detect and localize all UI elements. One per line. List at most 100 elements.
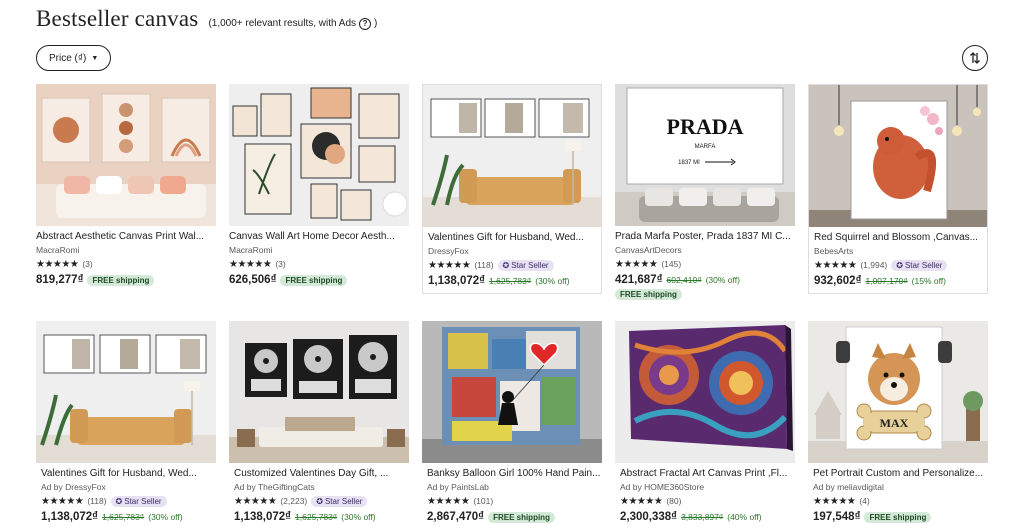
rating-stars: ★★★★★: [814, 259, 857, 271]
product-title[interactable]: Valentines Gift for Husband, Wed...: [428, 232, 596, 244]
prada-brand-text: PRADA: [667, 114, 744, 139]
discount: (30% off): [535, 276, 570, 286]
review-count: (4): [859, 496, 870, 506]
rating-stars: ★★★★★: [36, 258, 79, 270]
rating: ★★★★★ (2,223) ✪ Star Seller: [234, 495, 409, 507]
shop-name[interactable]: Ad by TheGiftingCats: [234, 482, 409, 492]
shop-name[interactable]: BebesArts: [814, 246, 982, 256]
product-title[interactable]: Pet Portrait Custom and Personalize...: [813, 468, 988, 480]
original-price: 1,007,170₫: [865, 276, 908, 286]
review-count: (80): [666, 496, 682, 506]
product-card[interactable]: Abstract Fractal Art Canvas Print ,Fl...…: [615, 321, 795, 523]
price-row: 1,138,072₫ 1,625,783₫ (30% off): [428, 275, 596, 287]
price: 2,300,338₫: [620, 511, 678, 523]
product-card[interactable]: PRADA MARFA 1837 MI Prada Marfa Poster, …: [615, 84, 795, 300]
star-seller-icon: ✪: [502, 260, 510, 270]
product-title[interactable]: Banksy Balloon Girl 100% Hand Pain...: [427, 468, 602, 480]
discount: (30% off): [705, 275, 740, 285]
price-row: 421,687₫ 602,410₫ (30% off): [615, 274, 795, 286]
product-image[interactable]: [36, 321, 216, 463]
product-title[interactable]: Valentines Gift for Husband, Wed...: [41, 468, 216, 480]
product-image[interactable]: PRADA MARFA 1837 MI: [615, 84, 795, 226]
product-card[interactable]: Valentines Gift for Husband, Wed... Dres…: [422, 84, 602, 294]
product-card[interactable]: Customized Valentines Day Gift, ... Ad b…: [229, 321, 409, 523]
price-filter-button[interactable]: Price (₫) ▼: [36, 45, 112, 71]
star-seller-label: Star Seller: [124, 496, 162, 506]
product-title[interactable]: Abstract Fractal Art Canvas Print ,Fl...: [620, 468, 795, 480]
shop-name[interactable]: CanvasArtDecors: [615, 245, 795, 255]
sort-button[interactable]: [962, 45, 988, 71]
results-count: (1,000+ relevant results, with Ads ?): [208, 17, 378, 30]
review-count: (145): [661, 259, 682, 269]
star-seller-badge: ✪ Star Seller: [110, 495, 167, 507]
product-title[interactable]: Abstract Aesthetic Canvas Print Wal...: [36, 231, 216, 243]
original-price: 602,410₫: [666, 275, 702, 285]
review-count: (118): [474, 260, 494, 270]
price-row: 932,602₫ 1,007,170₫ (15% off): [814, 275, 982, 287]
product-card[interactable]: Abstract Aesthetic Canvas Print Wal... M…: [36, 84, 216, 286]
product-card[interactable]: Banksy Balloon Girl 100% Hand Pain... Ad…: [422, 321, 602, 523]
product-image[interactable]: [423, 85, 601, 227]
rating: ★★★★★ (101): [427, 495, 602, 507]
star-seller-label: Star Seller: [904, 260, 943, 270]
rating-stars: ★★★★★: [427, 495, 470, 507]
rating: ★★★★★ (80): [620, 495, 795, 507]
shipping-row: FREE shipping: [615, 289, 795, 300]
product-image[interactable]: [229, 321, 409, 463]
product-image[interactable]: MAX: [808, 321, 988, 463]
review-count: (101): [473, 496, 494, 506]
star-seller-icon: ✪: [115, 496, 123, 506]
product-image[interactable]: [809, 85, 987, 227]
rating-stars: ★★★★★: [41, 495, 84, 507]
free-shipping-badge: FREE shipping: [87, 274, 155, 286]
shop-name[interactable]: MacraRomi: [229, 245, 409, 255]
star-seller-icon: ✪: [316, 496, 323, 506]
shop-name[interactable]: Ad by DressyFox: [41, 482, 216, 492]
caret-down-icon: ▼: [91, 54, 99, 62]
product-title[interactable]: Customized Valentines Day Gift, ...: [234, 468, 409, 480]
shop-name[interactable]: MacraRomi: [36, 245, 216, 255]
price: 626,506₫: [229, 274, 277, 286]
free-shipping-badge: FREE shipping: [280, 274, 348, 286]
shop-name[interactable]: DressyFox: [428, 246, 596, 256]
star-seller-label: Star Seller: [324, 496, 363, 506]
price: 1,138,072₫: [428, 275, 486, 287]
price-row: 1,138,072₫ 1,625,783₫ (30% off): [41, 511, 216, 523]
product-image[interactable]: [229, 84, 409, 226]
product-image[interactable]: [422, 321, 602, 463]
rating-stars: ★★★★★: [234, 495, 277, 507]
original-price: 1,625,783₫: [102, 512, 145, 522]
product-card[interactable]: Valentines Gift for Husband, Wed... Ad b…: [36, 321, 216, 523]
shop-name[interactable]: Ad by PaintsLab: [427, 482, 602, 492]
product-title[interactable]: Red Squirrel and Blossom ,Canvas...: [814, 232, 982, 244]
product-card[interactable]: Red Squirrel and Blossom ,Canvas... Bebe…: [808, 84, 988, 294]
product-title[interactable]: Canvas Wall Art Home Decor Aesth...: [229, 231, 409, 243]
price-row: 819,277₫ FREE shipping: [36, 274, 216, 286]
original-price: 1,625,783₫: [489, 276, 532, 286]
prada-year-text: 1837 MI: [678, 160, 700, 166]
sort-icon: [970, 52, 980, 64]
price: 421,687₫: [615, 274, 663, 286]
page-title: Bestseller canvas: [36, 6, 199, 31]
product-image[interactable]: [615, 321, 795, 463]
rating: ★★★★★ (4): [813, 495, 988, 507]
free-shipping-badge: FREE shipping: [488, 511, 555, 523]
shop-name[interactable]: Ad by meliavdigital: [813, 482, 988, 492]
rating: ★★★★★ (118) ✪ Star Seller: [41, 495, 216, 507]
rating: ★★★★★ (1,994) ✪ Star Seller: [814, 259, 982, 271]
help-icon[interactable]: ?: [359, 17, 372, 30]
product-title[interactable]: Prada Marfa Poster, Prada 1837 MI C...: [615, 231, 795, 243]
product-card[interactable]: Canvas Wall Art Home Decor Aesth... Macr…: [229, 84, 409, 286]
price-row: 1,138,072₫ 1,625,783₫ (30% off): [234, 511, 409, 523]
review-count: (3): [82, 259, 93, 269]
price: 197,548₫: [813, 511, 861, 523]
rating-stars: ★★★★★: [615, 258, 658, 270]
product-card[interactable]: MAX Pet Portrait Custom and Personalize.…: [808, 321, 988, 523]
shop-name[interactable]: Ad by HOME360Store: [620, 482, 795, 492]
rating-stars: ★★★★★: [229, 258, 272, 270]
pet-name-text: MAX: [880, 416, 909, 430]
original-price: 3,833,897₫: [681, 512, 724, 522]
rating: ★★★★★ (3): [36, 258, 216, 270]
discount: (30% off): [341, 512, 376, 522]
product-image[interactable]: [36, 84, 216, 226]
